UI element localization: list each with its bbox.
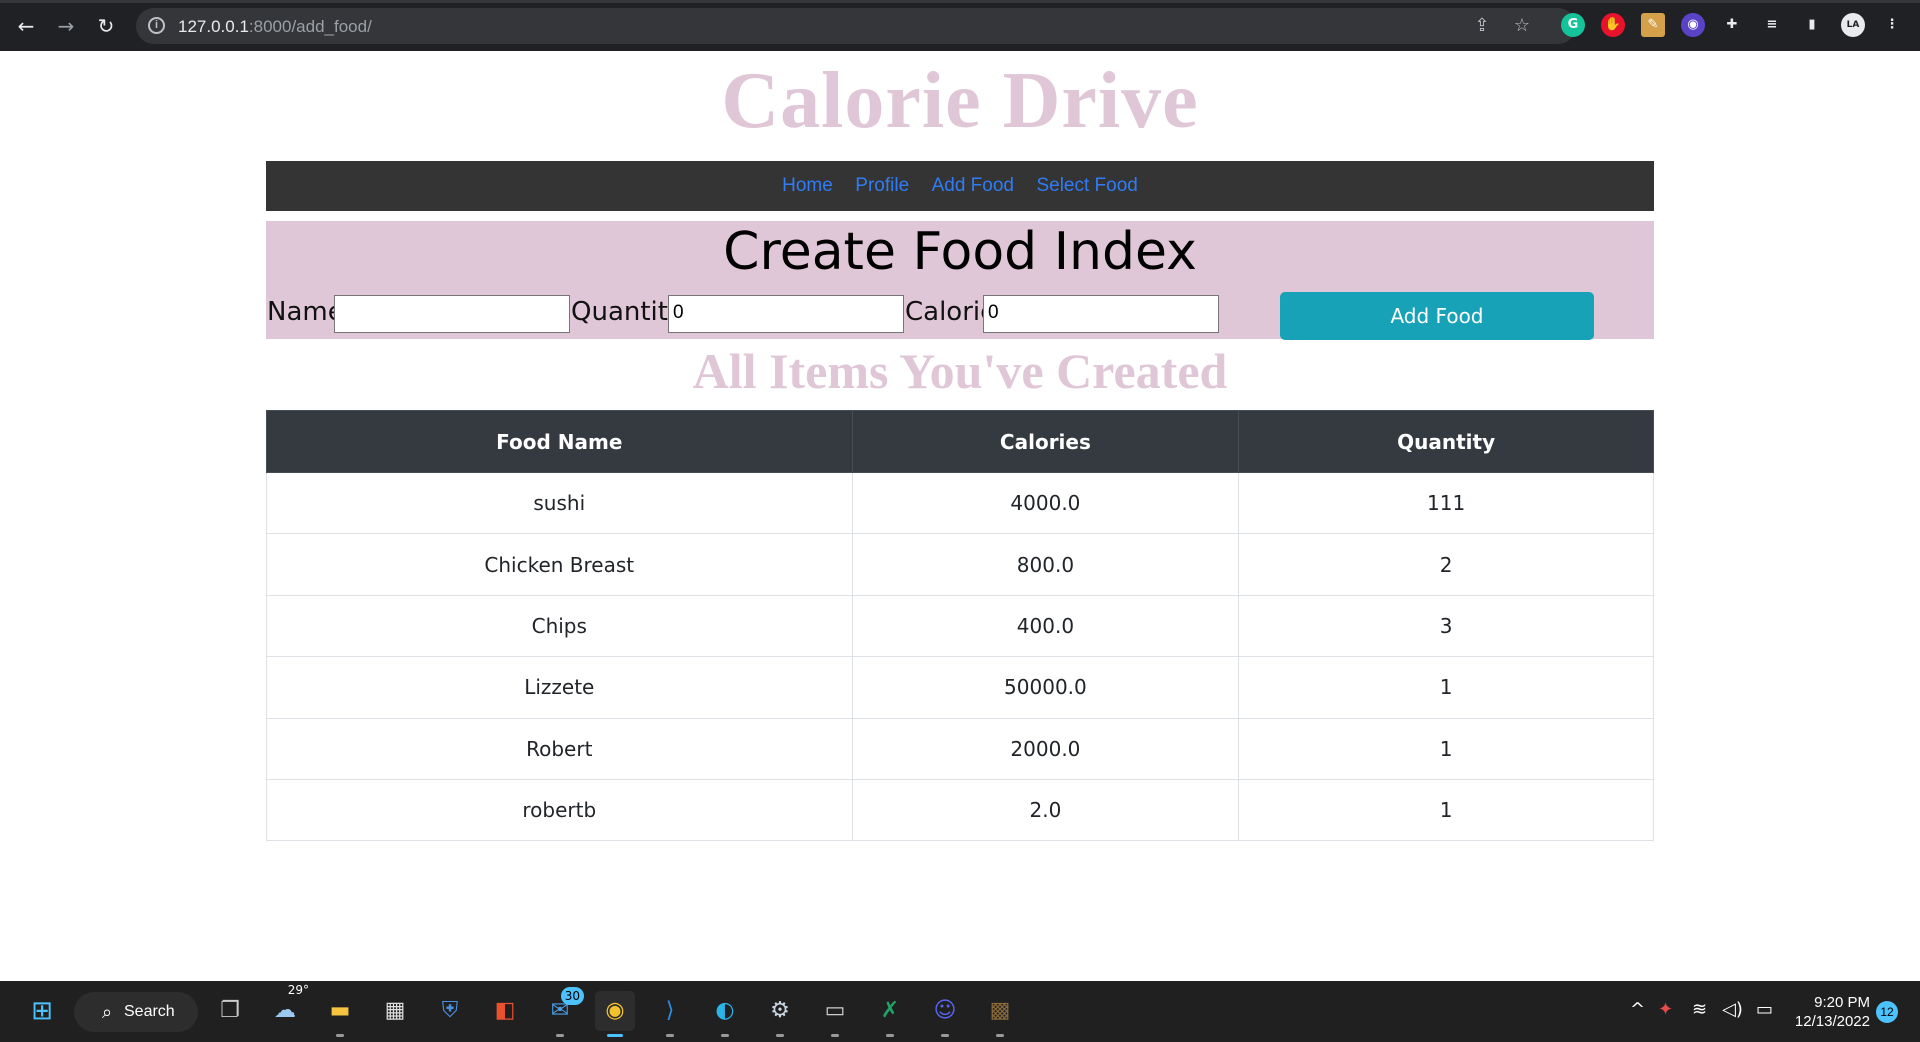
column-header-calories: Calories [851,410,1240,473]
food-name-cell: Chicken Breast [266,533,853,596]
taskbar-clock[interactable]: 9:20 PM 12/13/2022 [1790,993,1870,1031]
food-name-cell: Chips [266,594,853,658]
create-food-panel: Create Food Index Name Quantity 0 Calori… [266,221,1654,340]
name-input[interactable] [334,295,570,333]
vscode-icon[interactable]: ⟩ [650,991,690,1037]
file-explorer-icon[interactable]: ▬ [320,991,360,1037]
top-navbar: Home Profile Add Food Select Food [266,161,1654,211]
food-name-cell: robertb [266,778,853,842]
mail-badge: 30 [560,987,584,1005]
microsoft-store-icon[interactable]: ▦ [375,991,415,1031]
tray-app-icon[interactable]: ✦ [1658,999,1673,1020]
food-table: Food Name Calories Quantity sushi 4000.0… [266,410,1654,842]
grammarly-icon[interactable]: G [1561,13,1585,37]
task-view-icon[interactable]: ❐ [210,991,250,1031]
nav-select-food-link[interactable]: Select Food [1036,175,1137,196]
food-name-cell: sushi [266,471,853,535]
calories-cell: 4000.0 [851,471,1240,535]
minecraft-icon[interactable]: ▩ [980,991,1020,1037]
back-icon[interactable]: ← [14,14,38,38]
share-icon[interactable]: ⇪ [1470,14,1494,38]
table-row: robertb 2.0 1 [266,778,1654,842]
quantity-cell: 1 [1238,778,1654,842]
quantity-label: Quantity [571,297,684,327]
weather-icon[interactable]: ☁ 29° [265,983,309,1031]
table-row: Chips 400.0 3 [266,594,1654,658]
calories-cell: 50000.0 [851,656,1240,719]
bookmark-star-icon[interactable]: ☆ [1510,14,1534,38]
site-title: Calorie Drive [721,57,1199,145]
table-row: Robert 2000.0 1 [266,717,1654,780]
sidebar-icon[interactable]: ▮ [1800,13,1824,37]
purple-extension-icon[interactable]: ◉ [1681,13,1705,37]
office-icon[interactable]: ◧ [485,991,525,1031]
nav-add-food-link[interactable]: Add Food [932,175,1014,196]
address-bar[interactable]: i 127.0.0.1:8000/add_food/ ⇪ ☆ [136,8,1576,44]
excel-icon[interactable]: ✗ [870,991,910,1037]
site-info-icon[interactable]: i [148,17,165,34]
table-header-row: Food Name Calories Quantity [266,410,1654,473]
red-extension-icon[interactable]: ✋ [1601,13,1625,37]
table-row: sushi 4000.0 111 [266,471,1654,535]
steam-icon[interactable]: ⚙ [760,991,800,1037]
browser-toolbar: ← → ↻ i 127.0.0.1:8000/add_food/ ⇪ ☆ G ✋… [0,0,1920,51]
food-name-cell: Robert [266,717,853,780]
notes-extension-icon[interactable]: ✎ [1641,13,1665,37]
table-row: Chicken Breast 800.0 2 [266,533,1654,596]
notification-badge[interactable]: 12 [1876,1001,1898,1023]
quantity-cell: 1 [1238,717,1654,780]
create-food-title: Create Food Index [723,222,1197,282]
edge-icon[interactable]: ◐ [705,991,745,1037]
weather-temp: 29° [287,983,309,997]
wifi-icon[interactable]: ≋ [1692,999,1707,1020]
column-header-food-name: Food Name [266,410,853,473]
nav-profile-link[interactable]: Profile [855,175,909,196]
name-label: Name [267,297,344,327]
battery-icon[interactable]: ▭ [1756,999,1773,1020]
food-name-cell: Lizzete [266,656,853,719]
puzzle-icon[interactable]: ✚ [1720,13,1744,37]
page-content: Calorie Drive Home Profile Add Food Sele… [0,51,1920,981]
calories-cell: 400.0 [851,594,1240,658]
reading-list-icon[interactable]: ≡ [1760,13,1784,37]
volume-icon[interactable]: ◁) [1722,999,1743,1020]
mail-icon[interactable]: ✉ 30 [540,987,584,1037]
clock-date: 12/13/2022 [1794,1013,1870,1030]
clock-time: 9:20 PM [1814,994,1870,1011]
windows-taskbar: ⊞ ⌕ Search ❐ ☁ 29° ▬ ▦ ⛨ ◧ ✉ 30 ◉ ⟩ ◐ ⚙ ▭ … [0,981,1920,1042]
nav-home-link[interactable]: Home [782,175,833,196]
calories-cell: 2000.0 [851,717,1240,780]
calories-cell: 2.0 [851,778,1240,842]
calories-cell: 800.0 [851,533,1240,596]
menu-kebab-icon[interactable]: ⋮ [1880,13,1904,37]
quantity-cell: 2 [1238,533,1654,596]
table-row: Lizzete 50000.0 1 [266,656,1654,719]
quantity-cell: 3 [1238,594,1654,658]
forward-icon[interactable]: → [54,14,78,38]
search-icon: ⌕ [102,1002,113,1022]
search-label: Search [124,1003,175,1020]
add-food-button[interactable]: Add Food [1280,292,1594,340]
chrome-icon[interactable]: ◉ [595,991,635,1037]
discord-icon[interactable]: ☺ [925,991,965,1037]
terminal-icon[interactable]: ▭ [815,991,855,1037]
tray-overflow-icon[interactable]: ^ [1630,999,1645,1020]
url-text[interactable]: 127.0.0.1:8000/add_food/ [178,17,372,37]
taskbar-search-button[interactable]: ⌕ Search [74,992,198,1032]
windows-start-icon[interactable]: ⊞ [22,991,62,1031]
reload-icon[interactable]: ↻ [94,14,118,38]
defender-icon[interactable]: ⛨ [430,991,470,1031]
items-title: All Items You've Created [692,343,1228,399]
tab-strip [0,0,1920,3]
quantity-input[interactable]: 0 [668,295,904,333]
quantity-cell: 1 [1238,656,1654,719]
column-header-quantity: Quantity [1238,410,1654,473]
quantity-cell: 111 [1238,471,1654,535]
create-food-form: Name Quantity 0 Calorie 0 Add Food [266,292,1654,340]
calorie-input[interactable]: 0 [983,295,1219,333]
profile-avatar-icon[interactable]: LA [1841,13,1865,37]
